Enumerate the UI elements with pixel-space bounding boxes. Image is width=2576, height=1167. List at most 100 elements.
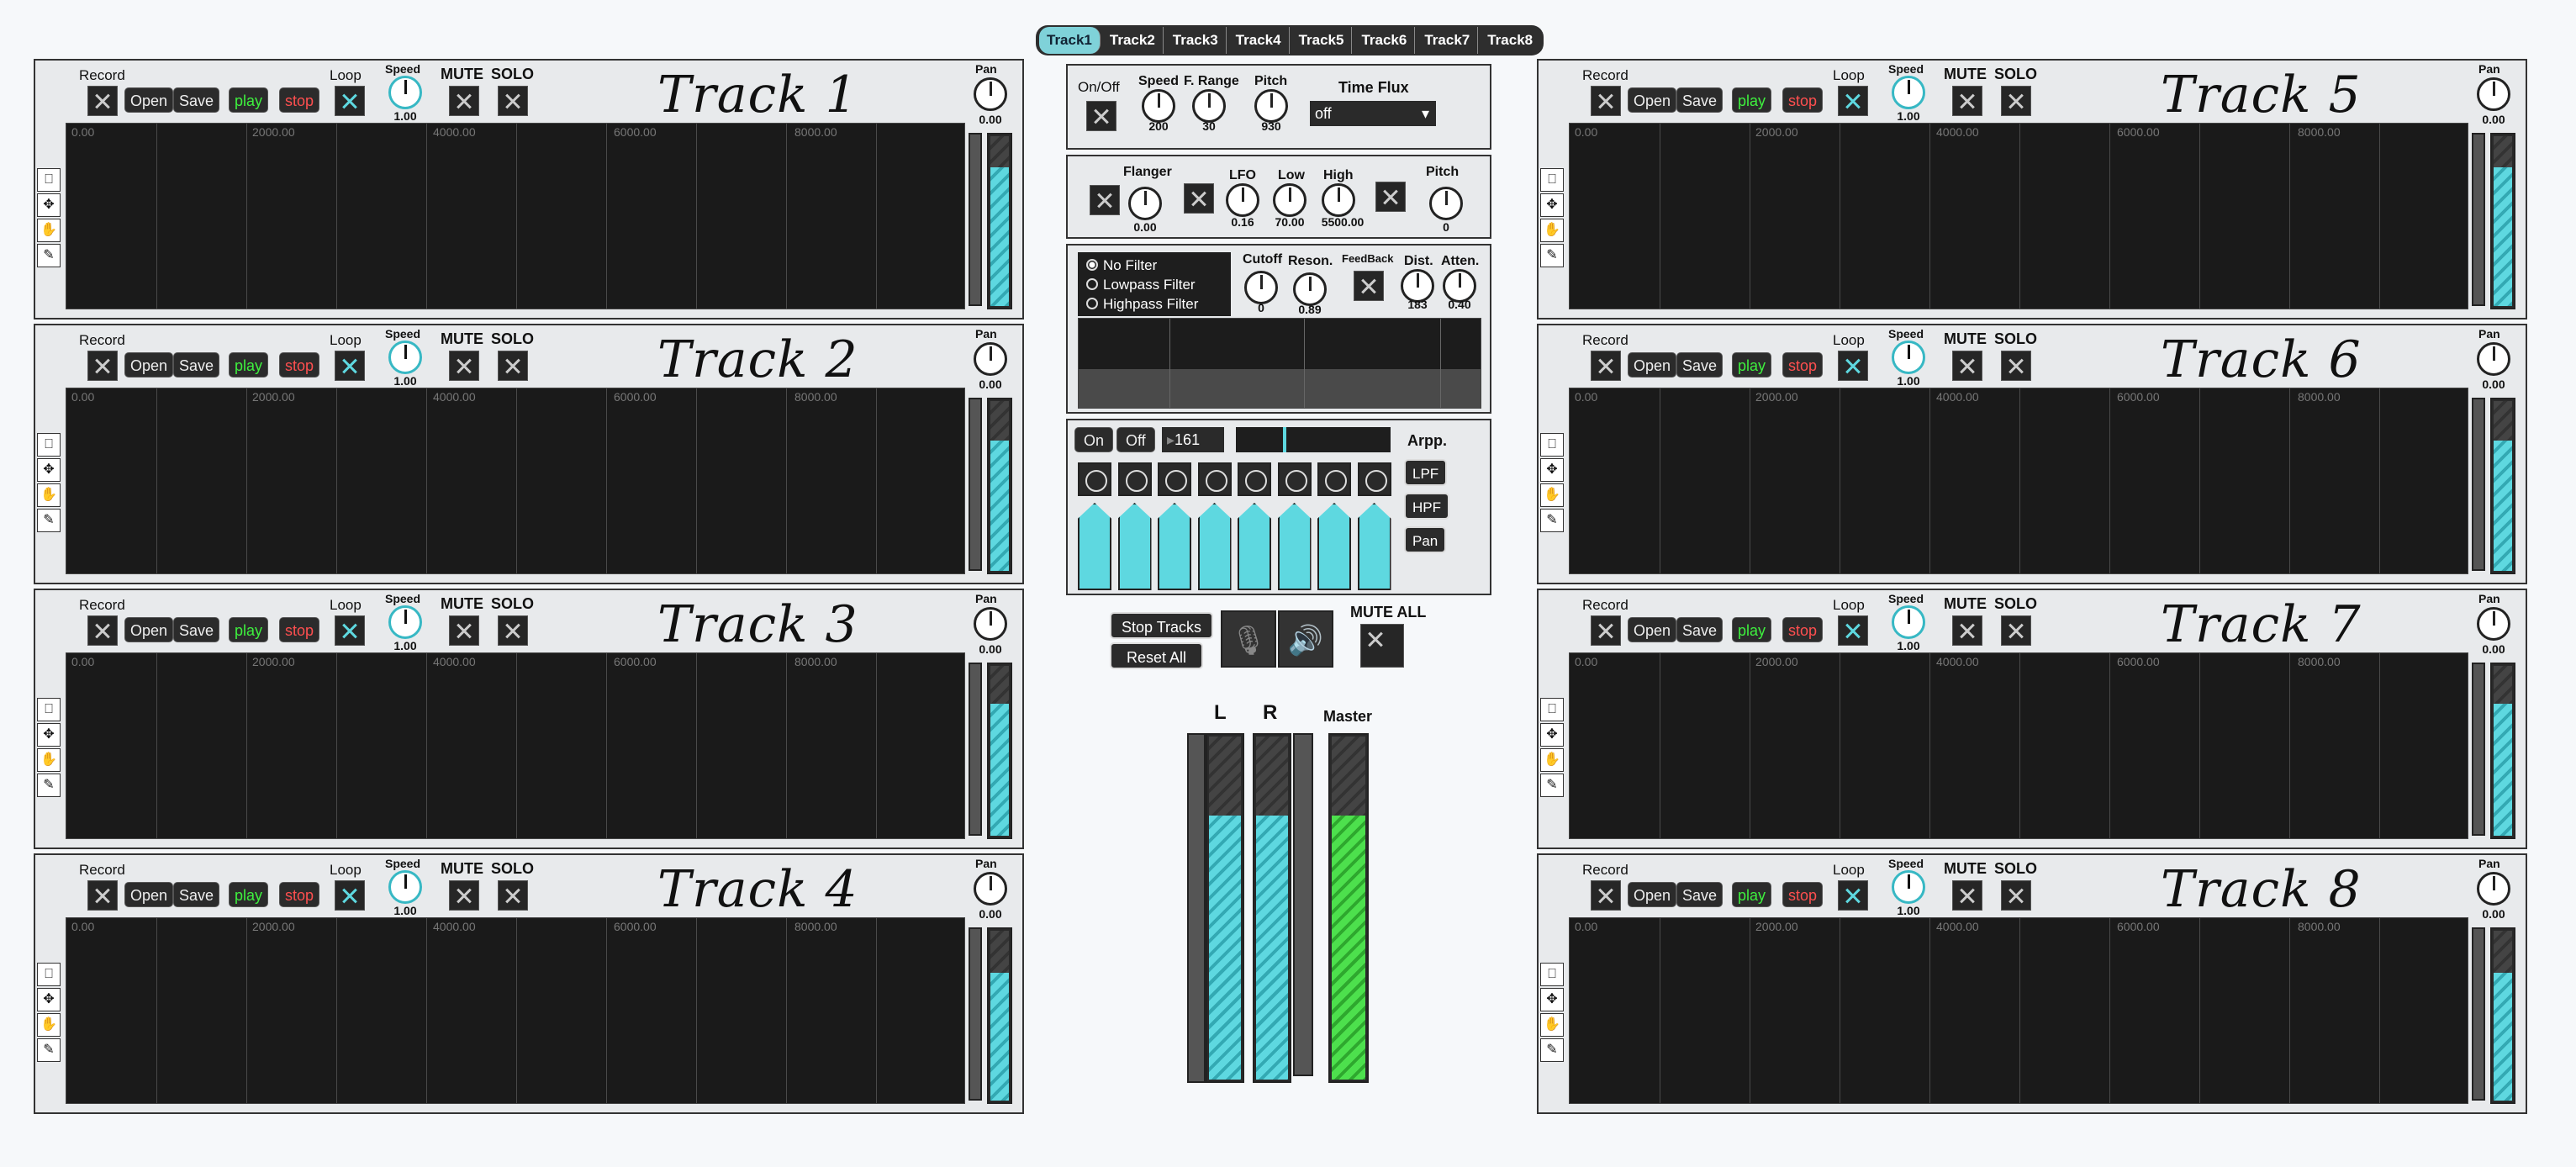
record-toggle[interactable] (1591, 86, 1621, 116)
play-button[interactable]: play (229, 87, 269, 113)
hand-tool-icon[interactable]: ✋ (1540, 1013, 1564, 1037)
mute-toggle[interactable] (1952, 351, 1982, 381)
stop-button[interactable]: stop (279, 352, 320, 378)
mute-toggle[interactable] (449, 86, 479, 116)
loop-toggle[interactable] (1838, 351, 1868, 381)
arp-step-level[interactable] (1197, 503, 1232, 590)
stop-button[interactable]: stop (1782, 882, 1824, 907)
pencil-tool-icon[interactable]: ✎ (37, 774, 61, 797)
save-button[interactable]: Save (1676, 87, 1723, 113)
loop-toggle[interactable] (335, 86, 365, 116)
left-level-slider[interactable] (1187, 733, 1206, 1083)
mute-toggle[interactable] (449, 351, 479, 381)
move-tool-icon[interactable]: ✥ (37, 723, 61, 747)
save-button[interactable]: Save (1676, 617, 1723, 642)
waveform-display[interactable]: 0.00 2000.00 4000.00 6000.00 8000.00 (1569, 388, 2468, 574)
select-tool-icon[interactable]: ⎕ (1540, 698, 1564, 721)
volume-slider[interactable] (969, 133, 982, 306)
pitch-toggle[interactable] (1375, 182, 1406, 212)
pencil-tool-icon[interactable]: ✎ (1540, 1038, 1564, 1062)
cutoff-knob[interactable] (1244, 271, 1278, 304)
open-button[interactable]: Open (1628, 882, 1677, 907)
pencil-tool-icon[interactable]: ✎ (37, 244, 61, 267)
select-tool-icon[interactable]: ⎕ (37, 433, 61, 457)
speed-knob[interactable] (388, 870, 422, 904)
record-toggle[interactable] (1591, 880, 1621, 911)
select-tool-icon[interactable]: ⎕ (37, 963, 61, 986)
open-button[interactable]: Open (1628, 352, 1677, 378)
open-button[interactable]: Open (1628, 617, 1677, 642)
volume-slider[interactable] (969, 927, 982, 1101)
loop-toggle[interactable] (1838, 880, 1868, 911)
tab-track7[interactable]: Track7 (1417, 27, 1479, 54)
speed-knob[interactable] (1892, 605, 1925, 639)
solo-toggle[interactable] (2001, 615, 2031, 646)
move-tool-icon[interactable]: ✥ (1540, 458, 1564, 482)
move-tool-icon[interactable]: ✥ (37, 988, 61, 1011)
record-toggle[interactable] (87, 880, 118, 911)
pan-knob[interactable] (2477, 607, 2510, 641)
select-tool-icon[interactable]: ⎕ (1540, 168, 1564, 192)
lfo-knob[interactable] (1226, 183, 1259, 217)
tab-track4[interactable]: Track4 (1228, 27, 1290, 54)
save-button[interactable]: Save (1676, 352, 1723, 378)
pencil-tool-icon[interactable]: ✎ (1540, 509, 1564, 532)
arp-step-toggle[interactable] (1277, 462, 1312, 496)
low-knob[interactable] (1273, 183, 1306, 217)
record-toggle[interactable] (87, 351, 118, 381)
move-tool-icon[interactable]: ✥ (1540, 988, 1564, 1011)
hand-tool-icon[interactable]: ✋ (37, 483, 61, 507)
filter-option[interactable]: No Filter (1086, 257, 1157, 274)
arp-step-level[interactable] (1238, 503, 1271, 590)
tab-track1[interactable]: Track1 (1039, 27, 1101, 54)
pencil-tool-icon[interactable]: ✎ (1540, 244, 1564, 267)
feedback-toggle[interactable] (1354, 271, 1384, 301)
volume-slider[interactable] (2472, 927, 2485, 1101)
tab-track8[interactable]: Track8 (1480, 27, 1540, 54)
timeflux-mode-select[interactable]: off ▾ (1310, 101, 1436, 126)
reset-all-button[interactable]: Reset All (1110, 642, 1204, 669)
stop-button[interactable]: stop (1782, 352, 1824, 378)
select-tool-icon[interactable]: ⎕ (37, 168, 61, 192)
mute-toggle[interactable] (1952, 880, 1982, 911)
speed-knob[interactable] (1892, 76, 1925, 109)
volume-slider[interactable] (2472, 133, 2485, 306)
timeflux-speed-knob[interactable] (1142, 89, 1175, 123)
solo-toggle[interactable] (498, 86, 528, 116)
play-button[interactable]: play (1732, 352, 1772, 378)
move-tool-icon[interactable]: ✥ (1540, 193, 1564, 217)
pencil-tool-icon[interactable]: ✎ (37, 1038, 61, 1062)
waveform-display[interactable]: 0.00 2000.00 4000.00 6000.00 8000.00 (1569, 652, 2468, 839)
save-button[interactable]: Save (173, 882, 220, 907)
arp-step-toggle[interactable] (1197, 462, 1232, 496)
mute-all-toggle[interactable] (1360, 624, 1404, 668)
lpf-button[interactable]: LPF (1404, 459, 1448, 486)
hand-tool-icon[interactable]: ✋ (1540, 483, 1564, 507)
flanger-knob[interactable] (1128, 187, 1162, 220)
hand-tool-icon[interactable]: ✋ (1540, 748, 1564, 772)
open-button[interactable]: Open (1628, 87, 1677, 113)
play-button[interactable]: play (1732, 617, 1772, 642)
volume-slider[interactable] (969, 663, 982, 836)
pan-knob[interactable] (974, 342, 1007, 376)
reson-knob[interactable] (1293, 272, 1327, 306)
high-knob[interactable] (1322, 183, 1355, 217)
arp-step-level[interactable] (1317, 503, 1351, 590)
solo-toggle[interactable] (2001, 880, 2031, 911)
pan-knob[interactable] (974, 872, 1007, 906)
arp-bpm-field[interactable]: ▸161 (1162, 427, 1224, 452)
pan-knob[interactable] (2477, 342, 2510, 376)
save-button[interactable]: Save (1676, 882, 1723, 907)
arp-step-toggle[interactable] (1317, 462, 1351, 496)
stop-button[interactable]: stop (279, 87, 320, 113)
open-button[interactable]: Open (124, 352, 174, 378)
select-tool-icon[interactable]: ⎕ (37, 698, 61, 721)
timeflux-frange-knob[interactable] (1192, 89, 1226, 123)
solo-toggle[interactable] (498, 351, 528, 381)
select-tool-icon[interactable]: ⎕ (1540, 963, 1564, 986)
pan-knob[interactable] (974, 607, 1007, 641)
stop-button[interactable]: stop (1782, 87, 1824, 113)
hand-tool-icon[interactable]: ✋ (1540, 219, 1564, 242)
play-button[interactable]: play (229, 882, 269, 907)
volume-slider[interactable] (2472, 663, 2485, 836)
